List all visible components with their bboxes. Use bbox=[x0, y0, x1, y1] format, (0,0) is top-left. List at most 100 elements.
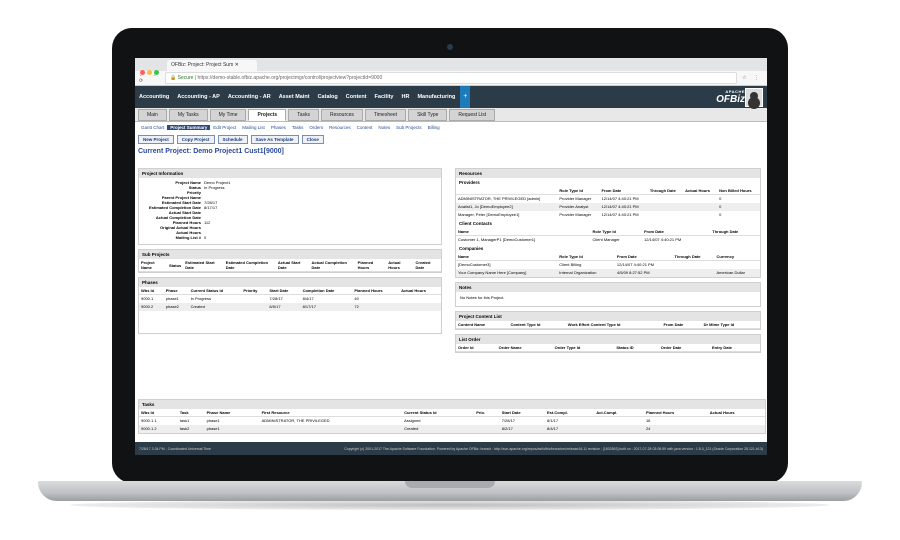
resources-panel: Resources Providers Role Type Id From Dat… bbox=[455, 168, 761, 278]
sub-projects-table: Project Name Status Estimated Start Date Es… bbox=[139, 259, 441, 272]
table-row: Manager, Peter [DemoEmployee1] Provider M… bbox=[456, 211, 760, 219]
table-cell: ADMINISTRATOR, THE PRIVILEGED [admin] bbox=[458, 196, 541, 201]
browser-tabstrip: OFBiz: Project: Project Sum ✕ bbox=[135, 58, 767, 75]
table-cell: Assigned bbox=[404, 418, 421, 423]
tab-tasks[interactable]: Tasks bbox=[288, 109, 319, 121]
close-window-icon[interactable] bbox=[140, 70, 145, 75]
table-cell: Client Billing bbox=[559, 262, 582, 267]
url-field[interactable]: 🔒 Secure | https://demo-stable.ofbiz.apa… bbox=[165, 72, 737, 84]
menu-item-facility[interactable]: Facility bbox=[371, 94, 398, 100]
project-info-panel: Project Information Project Name Demo Pro… bbox=[138, 168, 442, 245]
table-cell bbox=[259, 425, 403, 433]
column-header: Planned Hours bbox=[352, 287, 400, 295]
schedule-button[interactable]: Schedule bbox=[217, 135, 248, 144]
column-header: Actual Completion Date bbox=[309, 259, 356, 272]
info-row: Mailing List #0 bbox=[139, 235, 441, 240]
menu-item-asset-maint[interactable]: Asset Maint bbox=[275, 94, 314, 100]
info-value: 0 bbox=[204, 235, 207, 240]
link-project-summary[interactable]: Project Summary bbox=[167, 124, 211, 130]
close-button[interactable]: Close bbox=[301, 135, 324, 144]
panel-title: Notes bbox=[456, 283, 760, 292]
browser-tools-icon[interactable]: ☆ ⋮ bbox=[737, 75, 767, 81]
menu-item-accounting[interactable]: Accounting bbox=[135, 94, 173, 100]
tab-projects[interactable]: Projects bbox=[248, 109, 287, 121]
table-cell: phase1 bbox=[206, 418, 220, 423]
tab-timesheet[interactable]: Timesheet bbox=[364, 109, 407, 121]
table-cell bbox=[683, 195, 717, 204]
table-cell bbox=[672, 269, 715, 277]
column-header: Role Type Id bbox=[557, 187, 600, 195]
link-mailing-list[interactable]: Mailing List bbox=[239, 125, 268, 130]
phases-table: Wbs Id Phase Current Status Id Priority Star… bbox=[139, 287, 441, 311]
column-header: Role Type Id bbox=[557, 253, 615, 261]
column-header: Prio. bbox=[474, 409, 500, 417]
column-header: Est.Compl. bbox=[545, 409, 595, 417]
save-as-template-button[interactable]: Save As Template bbox=[250, 135, 299, 144]
avatar[interactable] bbox=[745, 88, 763, 107]
tab-resources[interactable]: Resources bbox=[321, 109, 363, 121]
minimize-window-icon[interactable] bbox=[147, 70, 152, 75]
table-cell bbox=[708, 417, 765, 426]
column-header: Content Type Id bbox=[508, 321, 566, 329]
link-gantt-chart[interactable]: Gantt Chart bbox=[138, 125, 167, 130]
camera-icon bbox=[447, 44, 453, 50]
column-header: Completion Date bbox=[300, 287, 353, 295]
column-header: Through Date bbox=[672, 253, 715, 261]
link-phases[interactable]: Phases bbox=[268, 125, 289, 130]
menu-item-catalog[interactable]: Catalog bbox=[314, 94, 342, 100]
table-cell: 0 bbox=[719, 212, 722, 217]
column-header: Order Id bbox=[456, 344, 497, 352]
menu-item-accounting-ap[interactable]: Accounting - AP bbox=[173, 94, 224, 100]
table-cell: 8/4/17 bbox=[545, 425, 595, 433]
column-header: Current Status Id bbox=[402, 409, 475, 417]
table-cell: Provider Analyst bbox=[557, 203, 600, 211]
menu-item-hr[interactable]: HR bbox=[397, 94, 413, 100]
tab-my-time[interactable]: My Time bbox=[209, 109, 247, 121]
table-cell bbox=[673, 261, 715, 270]
client-contacts-table: Name Role Type Id From Date Through Date Cus… bbox=[456, 228, 760, 244]
column-header: From Date bbox=[661, 321, 702, 329]
project-sub-links: Gantt Chart Project Summary Edit Project… bbox=[135, 122, 767, 132]
table-cell: 9000.1 bbox=[141, 296, 154, 301]
tab-main[interactable]: Main bbox=[138, 109, 167, 121]
link-sub-projects[interactable]: Sub Projects bbox=[393, 125, 425, 130]
table-cell: 8/17/17 bbox=[300, 303, 353, 311]
table-cell: 9000.1.1 bbox=[141, 418, 157, 423]
tab-request-list[interactable]: Request List bbox=[449, 109, 496, 121]
table-cell: phase1 bbox=[165, 296, 179, 301]
column-header: Work Effort Content Type Id bbox=[565, 321, 662, 329]
menu-more-button[interactable]: + bbox=[460, 86, 471, 108]
link-billing[interactable]: Billing bbox=[425, 125, 443, 130]
table-cell: 9000.2 bbox=[139, 303, 164, 311]
new-project-button[interactable]: New Project bbox=[138, 135, 174, 144]
table-cell: Provider Manager bbox=[559, 212, 592, 217]
table-row: [DemoCustomer3] Client Billing 12/14/07 4:… bbox=[456, 261, 760, 270]
left-column: Project Information Project Name Demo Pro… bbox=[138, 168, 442, 338]
table-cell: Provider Manager bbox=[559, 196, 592, 201]
info-value: In Progress bbox=[204, 185, 225, 190]
maximize-window-icon[interactable] bbox=[154, 70, 159, 75]
tab-skill-type[interactable]: Skill Type bbox=[408, 109, 448, 121]
table-cell: 8/5/17 bbox=[267, 303, 301, 311]
menu-item-content[interactable]: Content bbox=[342, 94, 371, 100]
link-notes[interactable]: Notes bbox=[375, 125, 393, 130]
column-header: Role Type Id bbox=[590, 228, 643, 236]
link-orders[interactable]: Orders bbox=[306, 125, 326, 130]
column-header: Name bbox=[456, 253, 558, 261]
menu-item-accounting-ar[interactable]: Accounting - AR bbox=[224, 94, 275, 100]
column-header: Task bbox=[177, 409, 205, 417]
column-header: Estimated Completion Date bbox=[223, 259, 276, 272]
tab-my-tasks[interactable]: My Tasks bbox=[168, 109, 208, 121]
notes-text: No Notes for this Project. bbox=[460, 295, 505, 300]
link-content[interactable]: Content bbox=[354, 125, 376, 130]
column-header: From Date bbox=[599, 187, 648, 195]
link-tasks[interactable]: Tasks bbox=[289, 125, 307, 130]
column-header: Through Date bbox=[647, 187, 684, 195]
menu-item-manufacturing[interactable]: Manufacturing bbox=[413, 94, 459, 100]
browser-tab[interactable]: OFBiz: Project: Project Sum ✕ bbox=[167, 60, 257, 71]
copy-project-button[interactable]: Copy Project bbox=[176, 135, 215, 144]
table-cell: Client Manager bbox=[592, 237, 620, 242]
link-resources[interactable]: Resources bbox=[326, 125, 354, 130]
table-row: 9000.2 phase2 Created 8/5/17 8/17/17 72 bbox=[139, 303, 441, 311]
link-edit-project[interactable]: Edit Project bbox=[210, 125, 239, 130]
